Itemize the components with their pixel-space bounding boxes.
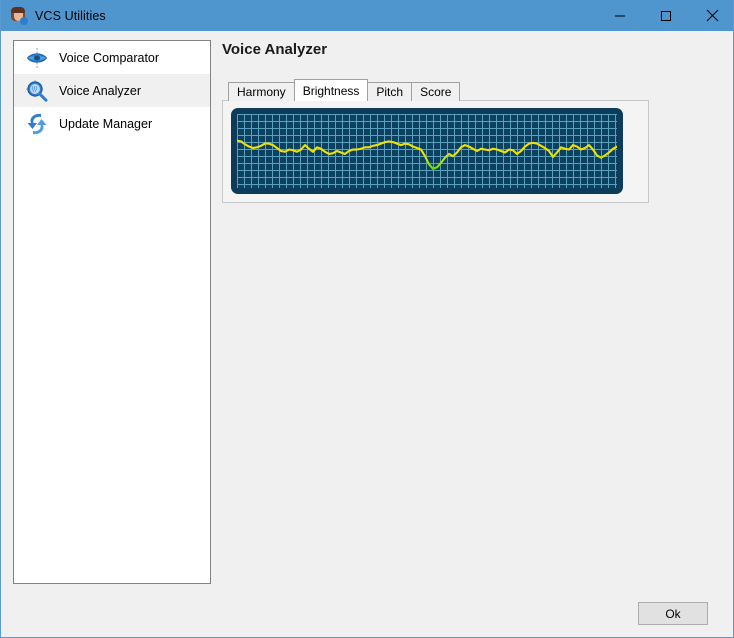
sidebar-item-voice-comparator[interactable]: Voice Comparator (14, 41, 210, 74)
refresh-arrows-icon (24, 111, 50, 137)
tab-harmony[interactable]: Harmony (228, 82, 295, 101)
eye-compare-icon (24, 45, 50, 71)
user-avatar-icon (10, 7, 28, 25)
app-window: VCS Utilities Voice Comparator Voice Ana… (0, 0, 734, 638)
close-icon[interactable] (689, 0, 733, 31)
tab-panel-brightness (222, 100, 649, 203)
sidebar-item-label: Update Manager (59, 116, 153, 131)
sidebar-item-update-manager[interactable]: Update Manager (14, 107, 210, 140)
brightness-graph-frame (231, 108, 623, 194)
sidebar-item-label: Voice Comparator (59, 50, 160, 65)
magnifier-icon (24, 78, 50, 104)
minimize-icon[interactable] (597, 0, 643, 31)
tab-score[interactable]: Score (411, 82, 461, 101)
brightness-waveform (237, 139, 617, 170)
sidebar-item-voice-analyzer[interactable]: Voice Analyzer (14, 74, 210, 107)
tab-brightness[interactable]: Brightness (293, 79, 369, 101)
window-title: VCS Utilities (35, 8, 106, 23)
title-bar: VCS Utilities (1, 0, 733, 31)
sidebar-item-label: Voice Analyzer (59, 83, 141, 98)
maximize-icon[interactable] (643, 0, 689, 31)
ok-button[interactable]: Ok (638, 602, 708, 625)
window-controls (597, 0, 733, 31)
brightness-graph (237, 114, 617, 188)
tab-strip: Harmony Brightness Pitch Score (228, 79, 461, 101)
tab-pitch[interactable]: Pitch (367, 82, 413, 101)
sidebar-list[interactable]: Voice Comparator Voice Analyzer Update M… (13, 40, 211, 584)
page-title: Voice Analyzer (222, 41, 328, 58)
